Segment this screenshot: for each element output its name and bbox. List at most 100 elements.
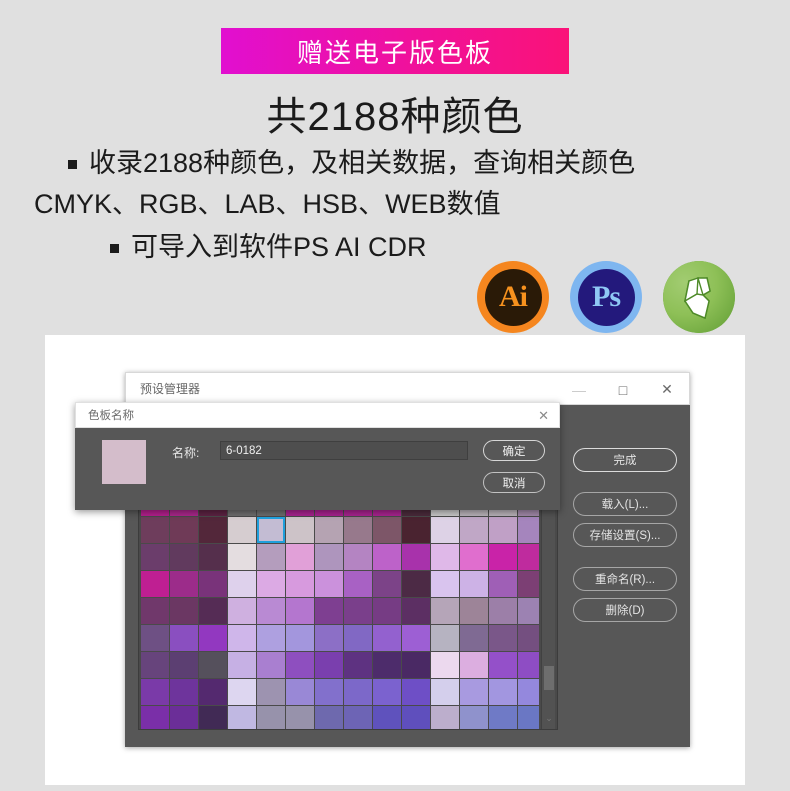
swatch-cell[interactable]: [228, 706, 256, 729]
swatch-cell[interactable]: [257, 652, 285, 678]
swatch-cell[interactable]: [518, 517, 539, 543]
swatch-cell[interactable]: [228, 517, 256, 543]
swatch-cell[interactable]: [141, 652, 169, 678]
rename-button[interactable]: 重命名(R)...: [573, 567, 677, 591]
swatch-cell[interactable]: [489, 652, 517, 678]
swatch-cell[interactable]: [402, 517, 430, 543]
swatch-cell[interactable]: [518, 652, 539, 678]
swatch-cell[interactable]: [344, 679, 372, 705]
swatch-cell[interactable]: [489, 598, 517, 624]
swatch-cell[interactable]: [141, 706, 169, 729]
swatch-cell[interactable]: [170, 598, 198, 624]
swatch-cell[interactable]: [170, 706, 198, 729]
swatch-cell[interactable]: [373, 544, 401, 570]
swatch-cell[interactable]: [199, 652, 227, 678]
close-icon[interactable]: ✕: [538, 403, 549, 429]
swatch-cell[interactable]: [373, 652, 401, 678]
swatch-cell[interactable]: [518, 544, 539, 570]
name-input[interactable]: 6-0182: [220, 441, 468, 460]
maximize-icon[interactable]: □: [601, 373, 645, 406]
swatch-cell[interactable]: [257, 598, 285, 624]
swatch-cell[interactable]: [286, 652, 314, 678]
swatch-cell[interactable]: [518, 571, 539, 597]
swatch-cell[interactable]: [257, 517, 285, 543]
swatch-cell[interactable]: [286, 571, 314, 597]
swatch-cell[interactable]: [344, 544, 372, 570]
swatch-cell[interactable]: [431, 652, 459, 678]
swatch-cell[interactable]: [286, 679, 314, 705]
swatch-cell[interactable]: [141, 598, 169, 624]
swatch-cell[interactable]: [402, 706, 430, 729]
swatch-cell[interactable]: [402, 571, 430, 597]
swatch-cell[interactable]: [199, 625, 227, 651]
chevron-down-icon[interactable]: ⌄: [544, 714, 554, 723]
swatch-cell[interactable]: [489, 679, 517, 705]
swatch-cell[interactable]: [431, 679, 459, 705]
swatch-cell[interactable]: [257, 625, 285, 651]
swatch-cell[interactable]: [373, 571, 401, 597]
swatch-cell[interactable]: [257, 544, 285, 570]
swatch-cell[interactable]: [141, 571, 169, 597]
swatch-cell[interactable]: [344, 706, 372, 729]
swatch-grid-scrollbar[interactable]: ⌄: [541, 501, 555, 729]
ok-button[interactable]: 确定: [483, 440, 545, 461]
swatch-cell[interactable]: [286, 706, 314, 729]
swatch-cell[interactable]: [431, 706, 459, 729]
swatch-cell[interactable]: [518, 679, 539, 705]
swatch-cell[interactable]: [402, 679, 430, 705]
swatch-cell[interactable]: [315, 652, 343, 678]
swatch-cell[interactable]: [228, 544, 256, 570]
swatch-cell[interactable]: [315, 598, 343, 624]
swatch-cell[interactable]: [489, 625, 517, 651]
swatch-cell[interactable]: [402, 652, 430, 678]
swatch-cell[interactable]: [199, 706, 227, 729]
swatch-cell[interactable]: [460, 571, 488, 597]
done-button[interactable]: 完成: [573, 448, 677, 472]
cancel-button[interactable]: 取消: [483, 472, 545, 493]
swatch-cell[interactable]: [199, 598, 227, 624]
swatch-cell[interactable]: [489, 517, 517, 543]
swatch-cell[interactable]: [344, 598, 372, 624]
swatch-cell[interactable]: [286, 517, 314, 543]
load-button[interactable]: 载入(L)...: [573, 492, 677, 516]
swatch-cell[interactable]: [489, 571, 517, 597]
swatch-cell[interactable]: [344, 625, 372, 651]
swatch-cell[interactable]: [141, 544, 169, 570]
swatch-cell[interactable]: [228, 652, 256, 678]
swatch-cell[interactable]: [257, 706, 285, 729]
swatch-cell[interactable]: [199, 544, 227, 570]
swatch-cell[interactable]: [460, 652, 488, 678]
swatch-cell[interactable]: [518, 598, 539, 624]
swatch-cell[interactable]: [199, 679, 227, 705]
swatch-cell[interactable]: [402, 598, 430, 624]
swatch-cell[interactable]: [228, 679, 256, 705]
swatch-cell[interactable]: [373, 625, 401, 651]
swatch-cell[interactable]: [315, 571, 343, 597]
swatch-cell[interactable]: [460, 625, 488, 651]
swatch-cell[interactable]: [315, 706, 343, 729]
swatch-cell[interactable]: [344, 571, 372, 597]
swatch-cell[interactable]: [518, 625, 539, 651]
swatch-cell[interactable]: [344, 652, 372, 678]
swatch-cell[interactable]: [402, 625, 430, 651]
swatch-cell[interactable]: [199, 517, 227, 543]
swatch-cell[interactable]: [460, 706, 488, 729]
swatch-cell[interactable]: [286, 544, 314, 570]
swatch-cell[interactable]: [199, 571, 227, 597]
swatch-cell[interactable]: [431, 625, 459, 651]
swatch-cell[interactable]: [431, 598, 459, 624]
swatch-cell[interactable]: [489, 706, 517, 729]
swatch-cell[interactable]: [315, 517, 343, 543]
delete-button[interactable]: 删除(D): [573, 598, 677, 622]
save-set-button[interactable]: 存储设置(S)...: [573, 523, 677, 547]
swatch-cell[interactable]: [315, 625, 343, 651]
swatch-cell[interactable]: [257, 571, 285, 597]
swatch-cell[interactable]: [141, 625, 169, 651]
swatch-cell[interactable]: [402, 544, 430, 570]
swatch-cell[interactable]: [141, 517, 169, 543]
swatch-cell[interactable]: [170, 625, 198, 651]
swatch-cell[interactable]: [315, 679, 343, 705]
swatch-cell[interactable]: [431, 544, 459, 570]
scrollbar-thumb[interactable]: [544, 666, 554, 690]
swatch-cell[interactable]: [373, 706, 401, 729]
